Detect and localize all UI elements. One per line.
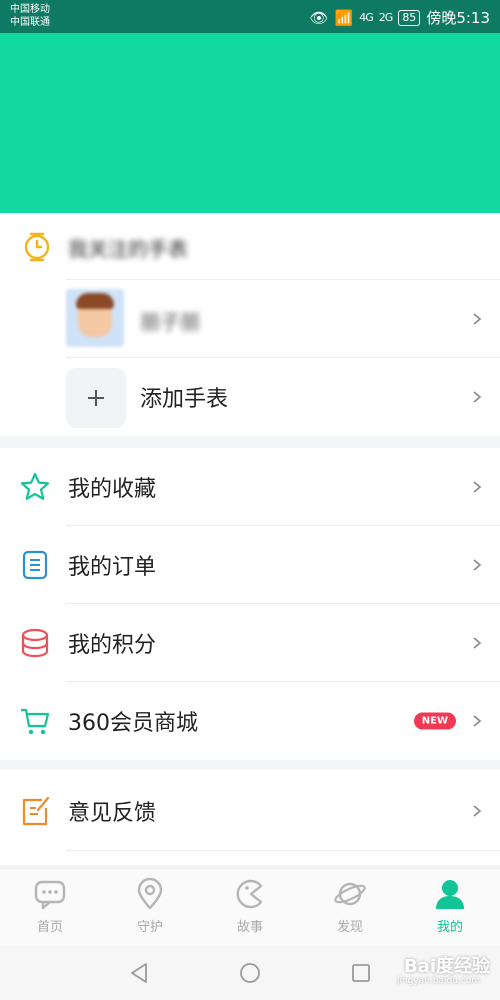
tab-guard[interactable]: 守护: [100, 869, 200, 947]
favorites-label: 我的收藏: [68, 477, 157, 502]
points-label: 我的积分: [68, 633, 157, 658]
chevron-right-icon: [473, 481, 482, 493]
watch-name: 丽子丽: [140, 310, 200, 334]
status-icons: 👁 📶 4G 2G 85 傍晚5:13: [310, 7, 490, 28]
new-badge: NEW: [413, 712, 456, 730]
divider: [66, 850, 500, 851]
chevron-right-icon: [473, 559, 482, 571]
menu-section: 我的收藏 我的订单 我的积分 360会员商城 NEW: [0, 448, 500, 760]
orders-label: 我的订单: [68, 555, 157, 580]
feedback-section: 意见反馈: [0, 770, 500, 865]
plus-icon: [88, 390, 104, 406]
menu-item-points[interactable]: 我的积分: [0, 604, 500, 682]
tab-story[interactable]: 故事: [200, 869, 300, 947]
pacman-icon: [236, 879, 263, 909]
carrier-1: 中国移动: [10, 4, 50, 15]
system-nav-bar: Bai度经验 jingyan.baidu.com: [0, 946, 500, 1000]
avatar-hair: [76, 293, 114, 309]
coins-icon: [21, 628, 49, 658]
carrier-2: 中国联通: [10, 17, 50, 28]
tab-home[interactable]: 首页: [0, 869, 100, 947]
star-icon: [20, 472, 50, 500]
time: 傍晚5:13: [426, 9, 490, 27]
person-icon: [436, 880, 464, 909]
battery-indicator: 85: [398, 9, 421, 26]
add-watch-button[interactable]: [66, 368, 126, 428]
chevron-right-icon: [473, 313, 482, 325]
tab-mine[interactable]: 我的: [400, 869, 500, 947]
shop-label: 360会员商城: [68, 711, 198, 736]
signal-1: 4G: [359, 11, 373, 24]
add-watch-label: 添加手表: [140, 387, 229, 412]
chevron-right-icon: [473, 637, 482, 649]
planet-icon: [334, 882, 366, 906]
status-bar: 中国移动 中国联通 👁 📶 4G 2G 85 傍晚5:13: [0, 0, 500, 33]
watch-section-title: 我关注的手表: [68, 237, 188, 261]
menu-item-feedback[interactable]: 意见反馈: [0, 772, 500, 850]
menu-item-shop[interactable]: 360会员商城 NEW: [0, 682, 500, 760]
avatar: [66, 289, 124, 347]
tab-discover[interactable]: 发现: [300, 869, 400, 947]
watermark-url: jingyan.baidu.com: [396, 976, 480, 986]
chevron-right-icon: [473, 391, 482, 403]
eye-icon: 👁: [309, 8, 329, 27]
chevron-right-icon: [473, 715, 482, 727]
watch-icon: [24, 232, 50, 262]
feedback-label: 意见反馈: [68, 801, 157, 826]
chat-icon: [34, 880, 66, 910]
tab-label: 故事: [236, 920, 263, 935]
carrier-info: 中国移动 中国联通: [10, 3, 50, 29]
tab-label: 发现: [336, 920, 363, 935]
tab-label: 守护: [136, 920, 163, 935]
tab-label: 首页: [36, 920, 63, 935]
order-list-icon: [22, 550, 48, 580]
wifi-icon: 📶: [334, 8, 354, 27]
recent-apps-icon[interactable]: [350, 962, 372, 984]
watermark-logo: Bai度经验: [403, 956, 490, 977]
tab-label: 我的: [436, 920, 463, 935]
home-circle-icon[interactable]: [239, 962, 261, 984]
feedback-edit-icon: [22, 796, 50, 826]
chevron-right-icon: [473, 805, 482, 817]
signal-2: 2G: [378, 11, 393, 24]
location-icon: [137, 877, 163, 910]
bottom-tab-bar: 首页 守护 故事 发现 我的: [0, 868, 500, 946]
menu-item-favorites[interactable]: 我的收藏: [0, 448, 500, 526]
menu-item-orders[interactable]: 我的订单: [0, 526, 500, 604]
cart-icon: [21, 708, 50, 735]
back-icon[interactable]: [128, 962, 150, 984]
profile-header: [0, 33, 500, 213]
